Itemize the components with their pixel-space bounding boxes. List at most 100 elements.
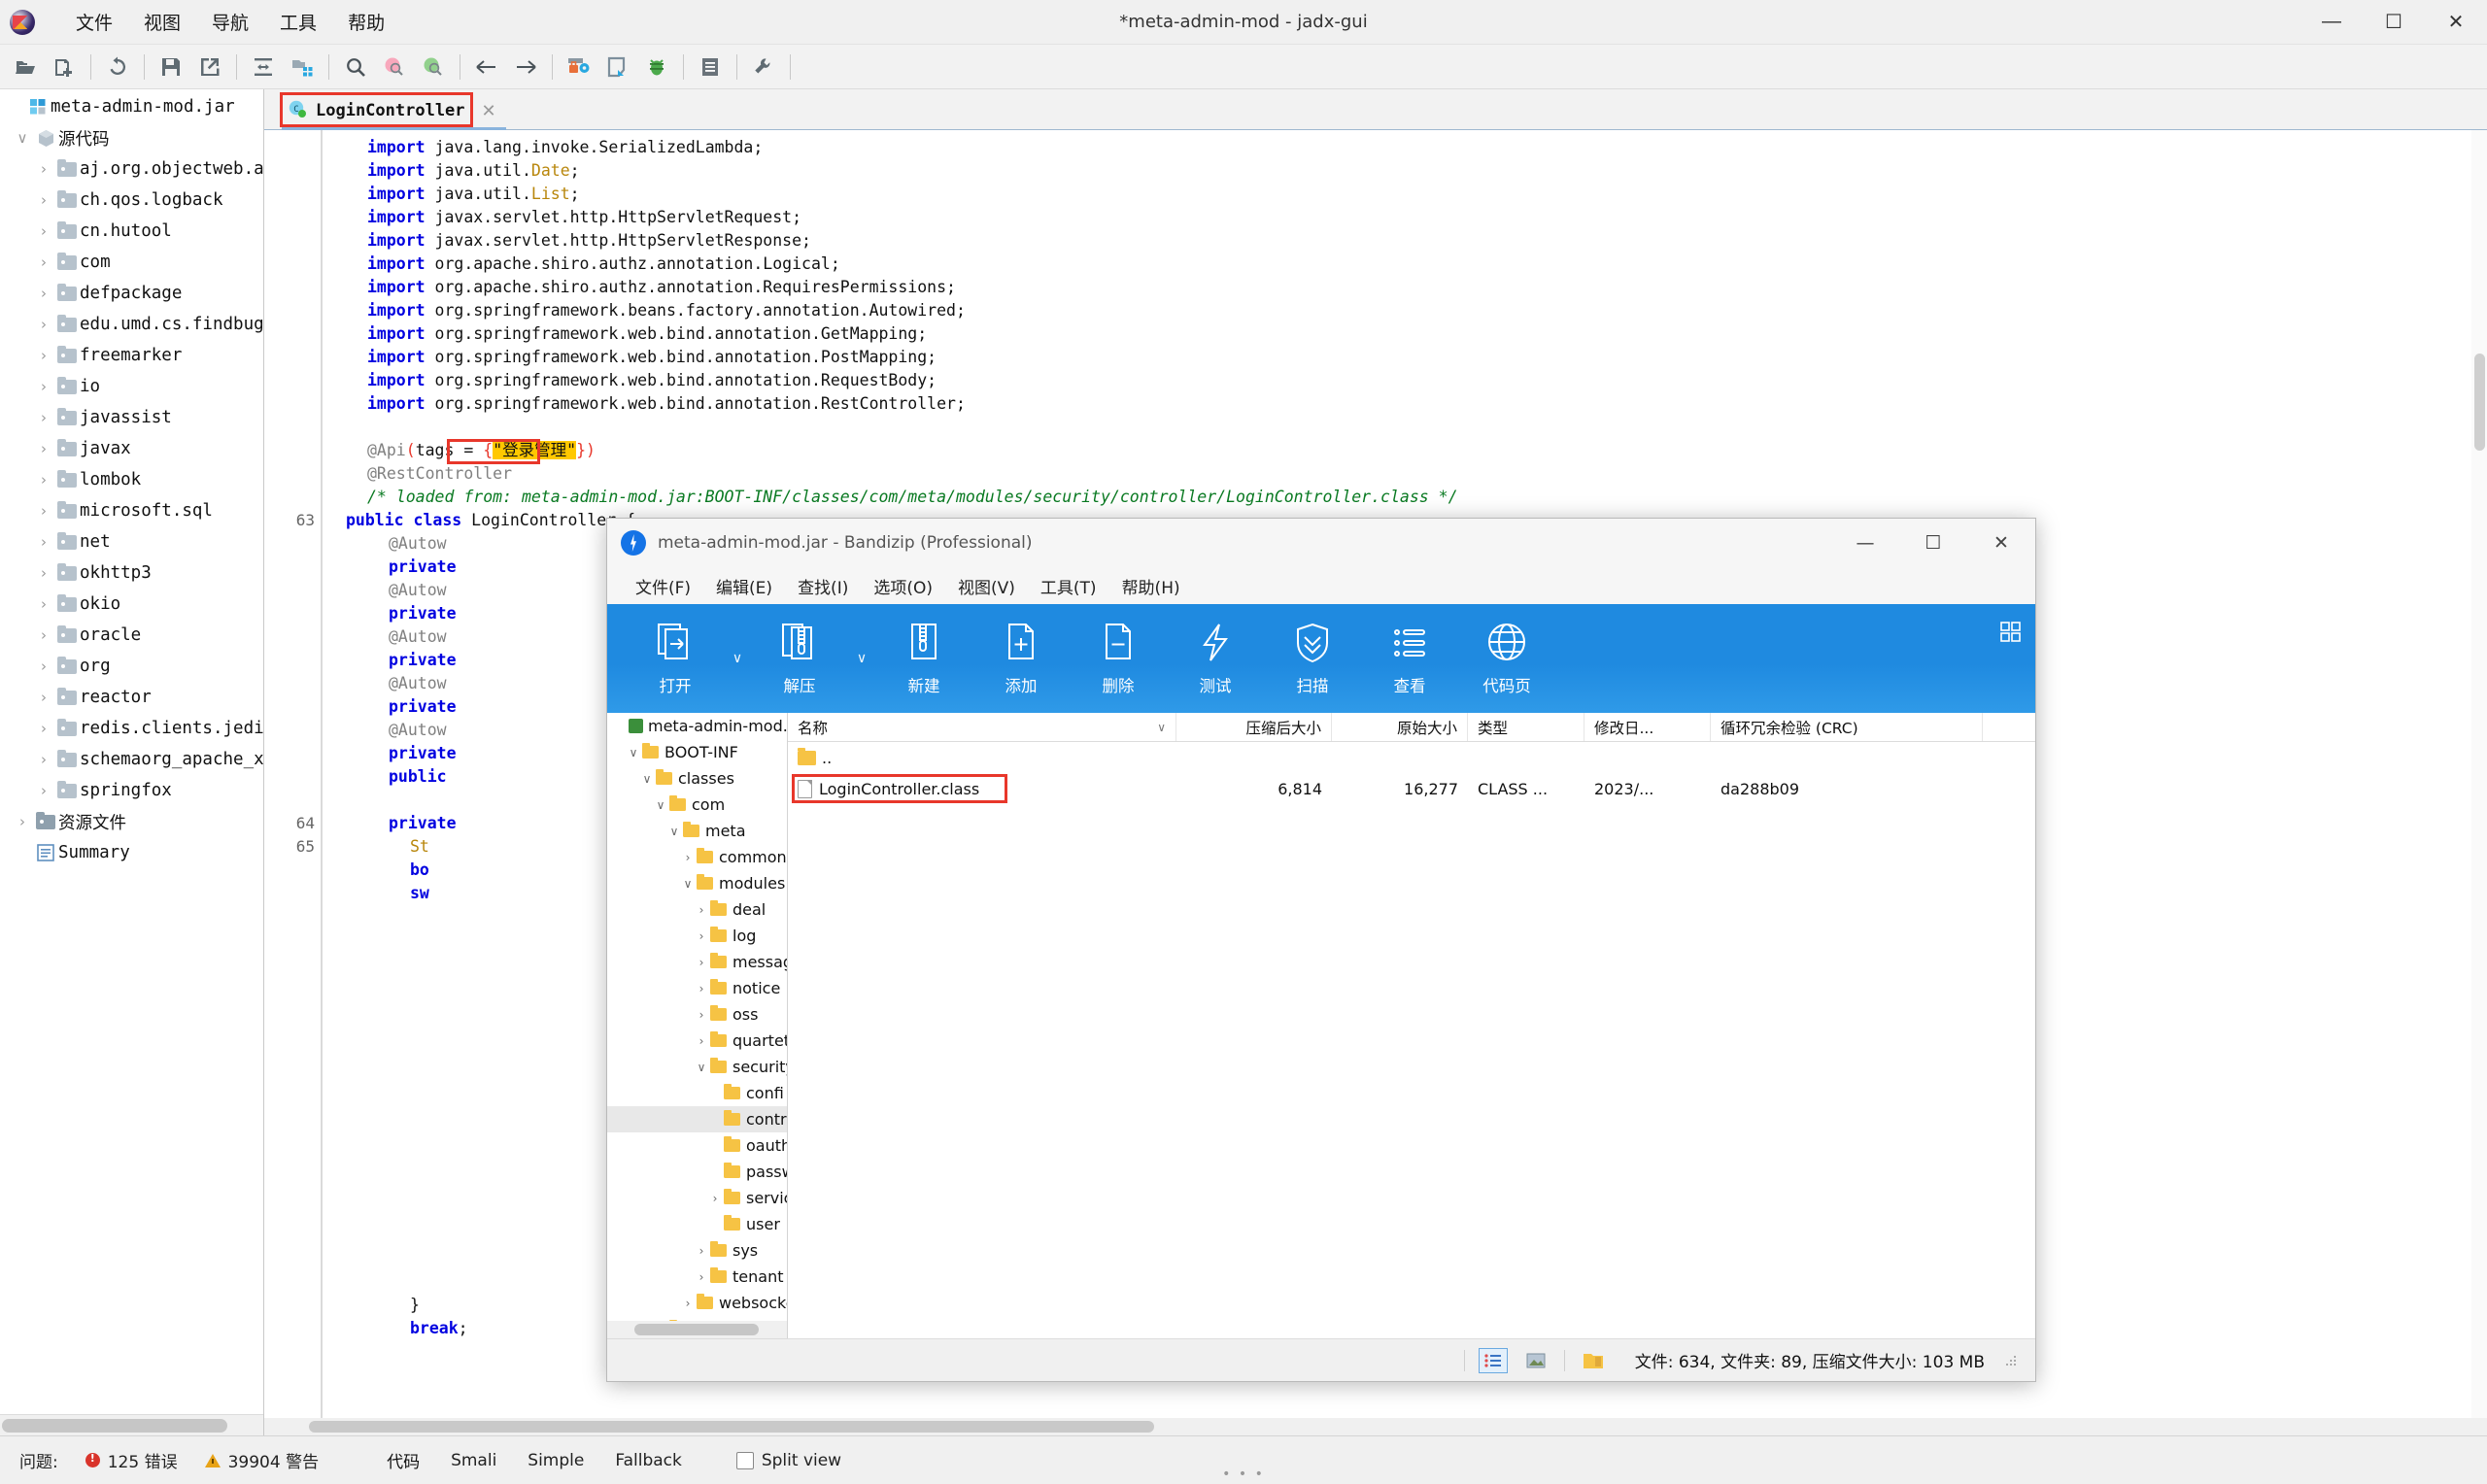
column-header-1[interactable]: 压缩后大小 [1176,713,1332,741]
tree-package-4[interactable]: › defpackage [0,278,263,309]
view-mode-tab-1[interactable]: Smali [435,1451,512,1470]
archive-tree-item-17[interactable]: passw [607,1159,787,1185]
bz-menu-help[interactable]: 帮助(H) [1109,569,1193,603]
folder-view-button[interactable] [1579,1348,1608,1373]
chevron-icon[interactable]: › [33,533,54,551]
chevron-icon[interactable]: ∨ [625,746,642,759]
bz-menu-tools[interactable]: 工具(T) [1028,569,1109,603]
archive-tree[interactable]: meta-admin-mod.jar∨BOOT-INF∨classes∨com∨… [607,713,787,1321]
chevron-icon[interactable]: › [33,595,54,613]
chevron-icon[interactable]: ∨ [652,798,669,812]
ribbon-test[interactable]: 测试 [1167,612,1264,705]
ribbon-view[interactable]: 查看 [1361,612,1458,705]
chevron-icon[interactable]: › [33,564,54,582]
tree-package-17[interactable]: › reactor [0,682,263,713]
chevron-icon[interactable]: › [693,982,710,995]
bz-menu-find[interactable]: 查找(I) [785,569,861,603]
archive-tree-item-3[interactable]: ∨ com [607,792,787,818]
thumbnail-view-button[interactable] [1521,1348,1550,1373]
archive-tree-item-21[interactable]: › tenant [607,1264,787,1290]
chevron-icon[interactable]: › [33,440,54,457]
tree-summary[interactable]: Summary [0,837,263,868]
ribbon-new[interactable]: 新建 [875,612,972,705]
archive-tree-item-10[interactable]: › notice [607,975,787,1001]
chevron-icon[interactable]: › [33,782,54,799]
chevron-icon[interactable]: › [33,751,54,768]
chevron-icon[interactable]: › [706,1192,724,1205]
tree-package-7[interactable]: › io [0,371,263,402]
debugger-icon[interactable] [637,49,676,85]
open-file-icon[interactable] [6,49,45,85]
sync-with-editor-icon[interactable] [244,49,283,85]
chevron-icon[interactable]: › [693,1034,710,1048]
chevron-icon[interactable]: › [33,316,54,333]
tree-package-16[interactable]: › org [0,651,263,682]
column-header-4[interactable]: 修改日... [1584,713,1711,741]
archive-tree-item-2[interactable]: ∨ classes [607,765,787,792]
search-icon[interactable] [336,49,375,85]
bz-menu-file[interactable]: 文件(F) [623,569,703,603]
chevron-icon[interactable]: › [693,903,710,917]
logs-icon[interactable] [691,49,730,85]
chevron-icon[interactable]: › [693,956,710,969]
menu-file[interactable]: 文件 [60,3,128,41]
ribbon-codepage[interactable]: 代码页 [1458,612,1555,705]
maximize-button[interactable]: ☐ [2363,0,2425,44]
chevron-icon[interactable]: › [33,409,54,426]
bz-maximize-button[interactable]: ☐ [1899,519,1967,567]
search-comment-icon[interactable] [414,49,453,85]
bz-minimize-button[interactable]: — [1831,519,1899,567]
reload-icon[interactable] [98,49,137,85]
archive-tree-item-6[interactable]: ∨ modules [607,870,787,896]
tree-package-2[interactable]: › cn.hutool [0,216,263,247]
column-header-5[interactable]: 循环冗余检验 (CRC) [1711,713,1983,741]
bz-menu-options[interactable]: 选项(O) [861,569,945,603]
flatten-packages-icon[interactable] [283,49,322,85]
file-list-row[interactable]: .. [788,742,2035,773]
chevron-icon[interactable]: › [33,658,54,675]
menu-tools[interactable]: 工具 [264,3,332,41]
tree-package-19[interactable]: › schemaorg_apache_xmlbeans.s [0,744,263,775]
chevron-icon[interactable]: › [33,285,54,302]
chevron-icon[interactable]: › [33,222,54,240]
chevron-icon[interactable]: › [693,1008,710,1022]
archive-tree-item-7[interactable]: › deal [607,896,787,923]
warning-count[interactable]: 39904 警告 [191,1448,332,1472]
tree-package-1[interactable]: › ch.qos.logback [0,185,263,216]
quark-icon[interactable] [598,49,637,85]
close-button[interactable]: ✕ [2425,0,2487,44]
archive-tree-item-19[interactable]: user [607,1211,787,1237]
archive-tree-item-20[interactable]: › sys [607,1237,787,1264]
minimize-button[interactable]: — [2300,0,2363,44]
code-horizontal-scrollbar[interactable] [264,1418,2487,1435]
column-header-0[interactable]: 名称 ∨ [788,713,1176,741]
tree-group-resources[interactable]: › 资源文件 [0,806,263,837]
error-count[interactable]: 125 错误 [72,1448,191,1472]
split-view-checkbox[interactable] [735,1451,754,1469]
tree-package-14[interactable]: › okio [0,589,263,620]
ribbon-extract[interactable]: 解压 [751,612,848,705]
chevron-icon[interactable]: ∨ [638,772,656,786]
chevron-icon[interactable]: › [693,929,710,943]
details-view-button[interactable] [1478,1347,1508,1373]
chevron-icon[interactable]: › [679,1297,697,1310]
chevron-icon[interactable]: › [693,1270,710,1284]
chevron-down-icon[interactable]: ∨ [848,651,875,666]
archive-tree-item-16[interactable]: oauth [607,1132,787,1159]
archive-tree-item-4[interactable]: ∨ meta [607,818,787,844]
ribbon-scan[interactable]: 扫描 [1264,612,1361,705]
source-tree[interactable]: meta-admin-mod.jar ∨ 源代码 › aj.org.objectweb.… [0,89,264,1414]
chevron-icon[interactable]: › [693,1244,710,1258]
chevron-icon[interactable]: › [33,191,54,209]
archive-tree-item-5[interactable]: › common [607,844,787,870]
chevron-icon[interactable]: ∨ [12,129,33,147]
column-header-2[interactable]: 原始大小 [1332,713,1468,741]
chevron-icon[interactable]: › [33,160,54,178]
archive-tree-item-8[interactable]: › log [607,923,787,949]
bz-menu-view[interactable]: 视图(V) [945,569,1028,603]
forward-arrow-icon[interactable] [506,49,545,85]
tree-package-3[interactable]: › com [0,247,263,278]
resize-handle-dots[interactable]: • • • [1222,1467,1265,1482]
tree-package-11[interactable]: › microsoft.sql [0,495,263,526]
file-list-row[interactable]: LoginController.class 6,814 16,277 CLASS ..… [788,773,2035,804]
